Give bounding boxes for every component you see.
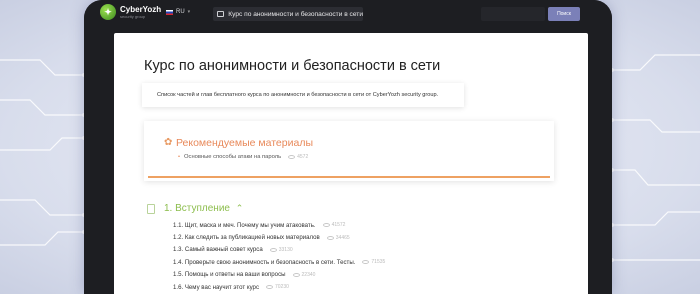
lesson-link[interactable]: 1.1. Щит, маска и меч. Почему мы учим ат…	[173, 222, 316, 229]
eye-icon	[362, 260, 370, 265]
view-count: 22340	[292, 272, 315, 278]
eye-icon	[269, 247, 277, 252]
intro-card: Список частей и глав бесплатного курса п…	[142, 83, 464, 107]
eye-icon	[288, 155, 296, 159]
list-item[interactable]: 1.3. Самый важный совет курса 33130	[173, 244, 385, 256]
eye-icon	[292, 272, 300, 277]
eye-icon	[326, 235, 334, 240]
browser-window: ✦ CyberYozh security group RU ▾ Курс по …	[84, 0, 612, 294]
search-button[interactable]: Поиск	[548, 7, 580, 21]
view-count: 4572	[288, 154, 308, 160]
section-title: 1. Вступление	[164, 203, 230, 214]
lesson-link[interactable]: 1.2. Как следить за публикацией новых ма…	[173, 234, 320, 241]
lesson-link[interactable]: 1.4. Проверьте свою анонимность и безопа…	[173, 259, 355, 266]
header-bar: ✦ CyberYozh security group RU ▾ Курс по …	[84, 0, 612, 30]
chevron-up-icon: ⌃	[235, 203, 244, 213]
document-icon	[147, 204, 155, 214]
list-item[interactable]: 1.1. Щит, маска и меч. Почему мы учим ат…	[173, 219, 385, 231]
language-label: RU	[176, 9, 185, 15]
bullet-icon: •	[178, 154, 181, 160]
list-item[interactable]: 1.2. Как следить за публикацией новых ма…	[173, 231, 385, 243]
recommended-item[interactable]: • Основные способы атаки на пароль 4572	[178, 154, 308, 160]
view-count: 33130	[269, 247, 293, 253]
monitor-icon	[217, 11, 225, 17]
list-item[interactable]: 1.6. Чему вас научит этот курс 70230	[173, 281, 385, 293]
page-title-chip[interactable]: Курс по анонимности и безопасности в сет…	[213, 7, 363, 21]
page-title-chip-label: Курс по анонимности и безопасности в сет…	[228, 10, 363, 18]
content-panel: Курс по анонимности и безопасности в сет…	[114, 33, 588, 294]
page-title: Курс по анонимности и безопасности в сет…	[144, 58, 441, 74]
eye-icon	[266, 285, 273, 290]
recommended-item-label: Основные способы атаки на пароль	[184, 154, 282, 160]
hedgehog-logo-icon: ✦	[100, 4, 116, 20]
lesson-list: 1.1. Щит, маска и меч. Почему мы учим ат…	[173, 219, 385, 293]
language-selector[interactable]: RU ▾	[166, 9, 190, 15]
accent-bar	[148, 176, 550, 178]
russian-flag-icon	[166, 9, 173, 15]
site-logo[interactable]: ✦ CyberYozh security group	[100, 4, 161, 20]
search-input[interactable]	[481, 7, 545, 21]
lesson-link[interactable]: 1.6. Чему вас научит этот курс	[173, 284, 259, 291]
intro-text: Список частей и глав бесплатного курса п…	[157, 92, 439, 98]
view-count: 70230	[266, 284, 289, 290]
view-count: 34465	[326, 235, 350, 241]
list-item[interactable]: 1.5. Помощь и ответы на ваши вопросы 223…	[173, 269, 385, 281]
lesson-link[interactable]: 1.3. Самый важный совет курса	[173, 246, 263, 253]
chevron-down-icon: ▾	[187, 9, 191, 15]
lesson-link[interactable]: 1.5. Помощь и ответы на ваши вопросы	[173, 271, 286, 278]
award-icon: ✿	[164, 137, 173, 148]
section-toggle[interactable]: 1. Вступление ⌃	[164, 203, 243, 214]
logo-subtitle: security group	[120, 13, 146, 19]
eye-icon	[322, 223, 330, 228]
list-item[interactable]: 1.4. Проверьте свою анонимность и безопа…	[173, 256, 385, 268]
recommended-materials-card: ✿ Рекомендуемые материалы • Основные спо…	[144, 121, 554, 181]
view-count: 41572	[322, 222, 345, 228]
view-count: 71535	[362, 259, 385, 265]
logo-name: CyberYozh	[120, 4, 162, 14]
recommended-title: Рекомендуемые материалы	[176, 137, 313, 149]
